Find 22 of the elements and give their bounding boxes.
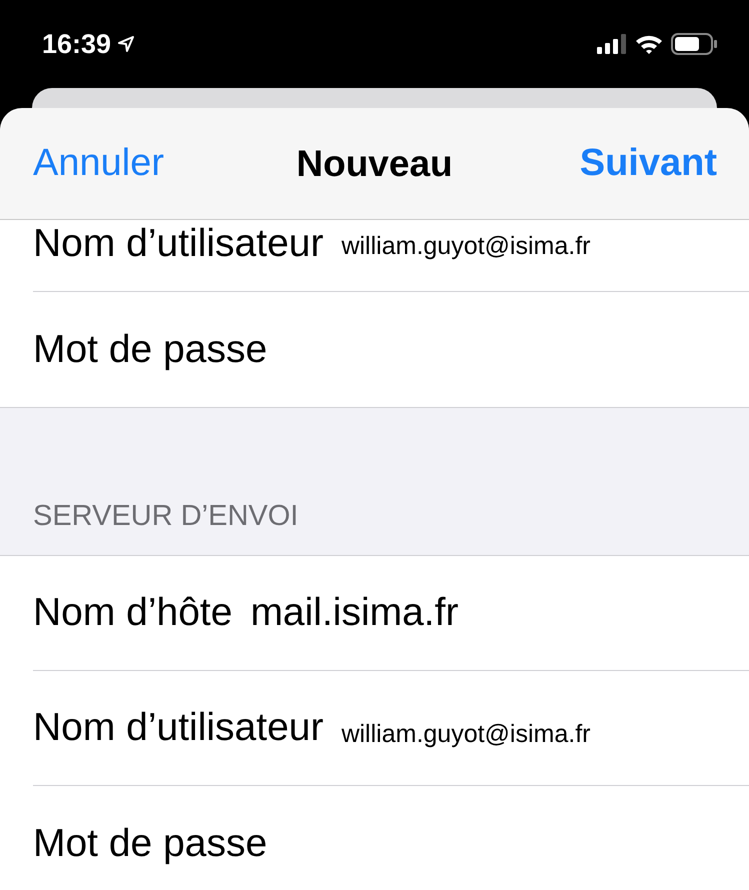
field-value[interactable]: mail.isima.fr (250, 591, 458, 635)
form-row[interactable]: Nom d’utilisateur william.guyot@isima.fr (33, 671, 749, 786)
form-row[interactable]: Nom d’hôte mail.isima.fr (33, 556, 749, 671)
form-row[interactable]: Nom d’utilisateur william.guyot@isima.fr (33, 220, 749, 292)
signal-icon (597, 34, 627, 54)
field-label: Mot de passe (33, 328, 268, 372)
section-header: SERVEUR D’ENVOI (33, 500, 298, 533)
field-value[interactable]: william.guyot@isima.fr (341, 720, 590, 748)
form-row[interactable]: Mot de passe (33, 292, 749, 407)
next-button[interactable]: Suivant (580, 142, 717, 185)
field-label: Nom d’utilisateur (33, 706, 324, 750)
field-value[interactable]: william.guyot@isima.fr (341, 232, 590, 261)
field-label: Nom d’utilisateur (33, 222, 324, 266)
clock-time: 16:39 (42, 28, 112, 60)
location-arrow-icon (117, 35, 136, 53)
cancel-button[interactable]: Annuler (33, 142, 164, 185)
form-row[interactable]: Mot de passe (33, 786, 749, 890)
wifi-icon (635, 34, 663, 54)
field-label: Mot de passe (33, 822, 268, 866)
nav-title: Nouveau (296, 142, 453, 184)
field-label: Nom d’hôte (33, 591, 232, 635)
battery-icon (671, 33, 717, 55)
